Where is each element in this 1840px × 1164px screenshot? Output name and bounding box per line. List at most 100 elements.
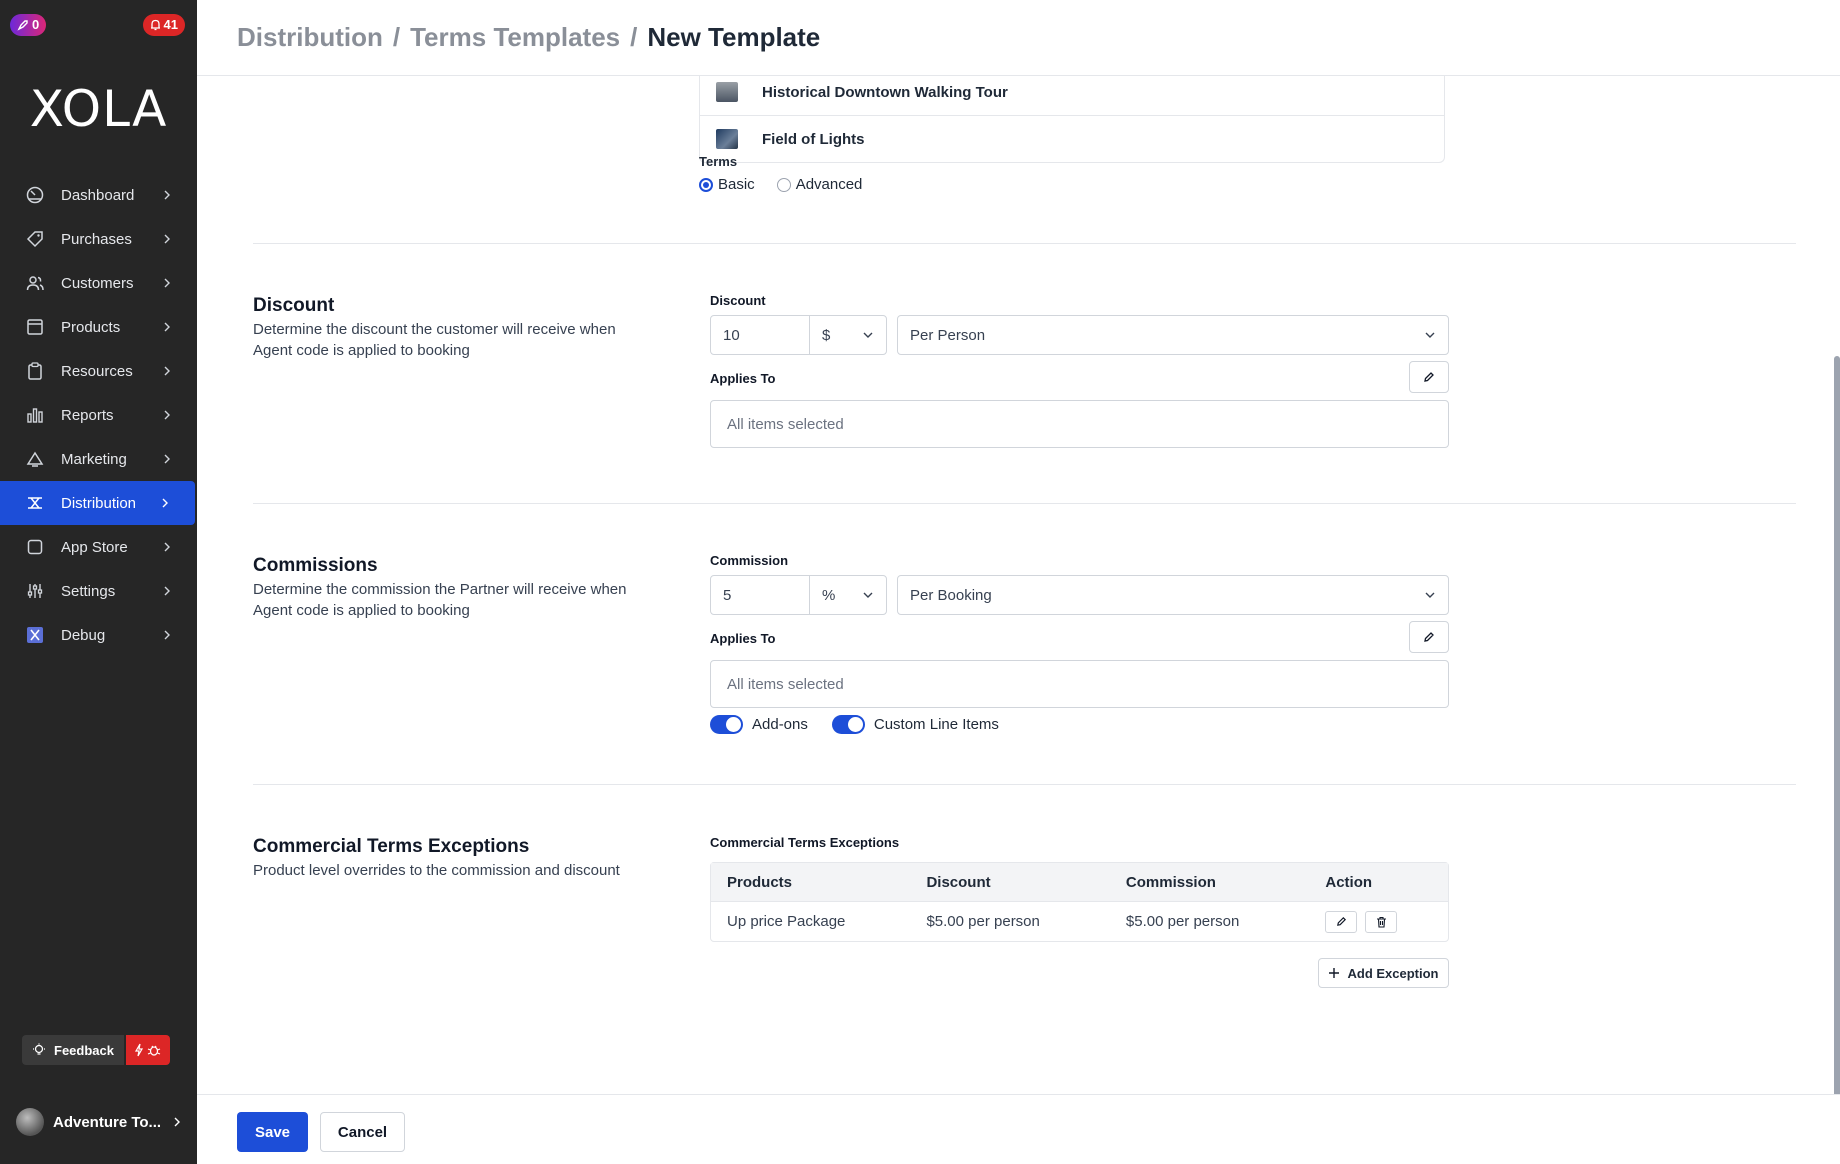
product-list: Historical Downtown Walking Tour Field o… <box>699 76 1445 163</box>
discount-field-label: Discount <box>710 293 766 308</box>
section-divider <box>253 784 1796 785</box>
chevron-right-icon <box>161 409 173 421</box>
sidebar-item-label: App Store <box>61 538 128 556</box>
discount-applies-label: Applies To <box>710 371 776 386</box>
list-item[interactable]: Historical Downtown Walking Tour <box>700 76 1444 115</box>
breadcrumb-separator: / <box>630 22 638 52</box>
breadcrumb-terms-templates[interactable]: Terms Templates <box>410 22 620 53</box>
list-item[interactable]: Field of Lights <box>700 115 1444 162</box>
chevron-down-icon <box>862 589 874 601</box>
debug-icon <box>24 624 46 646</box>
breadcrumb: Distribution / Terms Templates / New Tem… <box>237 22 820 53</box>
custom-line-items-toggle[interactable] <box>831 715 865 734</box>
commission-section-description: Determine the commission the Partner wil… <box>253 581 627 619</box>
feedback-row: Feedback <box>22 1035 170 1065</box>
discount-unit-select[interactable]: $ <box>809 315 887 355</box>
bug-icon <box>147 1043 161 1057</box>
product-thumbnail <box>716 82 738 102</box>
xola-logo[interactable]: XOLA <box>0 80 197 138</box>
commission-applies-field[interactable]: All items selected <box>710 660 1449 708</box>
scrollbar[interactable] <box>1834 356 1840 1094</box>
breadcrumb-distribution[interactable]: Distribution <box>237 22 383 53</box>
sidebar-item-label: Resources <box>61 362 133 380</box>
notifications-badge[interactable]: 41 <box>142 14 185 36</box>
cell-actions <box>1309 910 1448 933</box>
trash-icon <box>1376 916 1387 928</box>
discount-per-value: Per Person <box>910 326 986 344</box>
sidebar-item-reports[interactable]: Reports <box>0 393 197 437</box>
bar-chart-icon <box>24 404 46 426</box>
chevron-right-icon <box>161 233 173 245</box>
sidebar-item-app-store[interactable]: App Store <box>0 525 197 569</box>
app-store-icon <box>24 536 46 558</box>
delete-exception-button[interactable] <box>1365 910 1398 933</box>
sidebar-item-distribution[interactable]: Distribution <box>0 481 195 525</box>
toggle-label: Custom Line Items <box>873 716 999 733</box>
discount-applies-value: All items selected <box>727 415 844 433</box>
add-exception-button[interactable]: Add Exception <box>1318 958 1449 988</box>
terms-basic-radio[interactable]: Basic <box>699 176 755 193</box>
commission-per-select[interactable]: Per Booking <box>897 575 1449 615</box>
main-content: Historical Downtown Walking Tour Field o… <box>197 76 1840 1094</box>
chevron-right-icon <box>161 541 173 553</box>
feedback-button[interactable]: Feedback <box>22 1035 124 1065</box>
discount-per-select[interactable]: Per Person <box>897 315 1449 355</box>
chevron-right-icon <box>161 629 173 641</box>
account-menu[interactable]: Adventure To... <box>16 1105 183 1139</box>
commission-section-title: Commissions <box>253 555 378 576</box>
commission-amount-input[interactable]: 5 <box>710 575 810 615</box>
exceptions-section-description: Product level overrides to the commissio… <box>253 862 620 879</box>
addons-toggle-row: Add-ons <box>710 715 808 734</box>
commission-per-value: Per Booking <box>910 586 992 604</box>
report-bug-button[interactable] <box>125 1035 170 1065</box>
cell-discount: $5.00 per person <box>926 913 1040 930</box>
account-name: Adventure To... <box>53 1113 162 1131</box>
sidebar-item-dashboard[interactable]: Dashboard <box>0 173 197 217</box>
sidebar-item-marketing[interactable]: Marketing <box>0 437 197 481</box>
sidebar-item-customers[interactable]: Customers <box>0 261 197 305</box>
exceptions-section-title: Commercial Terms Exceptions <box>253 836 530 857</box>
lightbulb-icon <box>32 1043 46 1057</box>
top-badges: 0 41 <box>10 14 187 38</box>
sidebar-item-debug[interactable]: Debug <box>0 613 197 657</box>
page-title: New Template <box>647 22 821 52</box>
commission-unit-value: % <box>822 586 836 604</box>
discount-section-title: Discount <box>253 295 335 316</box>
discount-applies-edit-button[interactable] <box>1409 361 1449 393</box>
sidebar-item-label: Customers <box>61 274 134 292</box>
commission-applies-edit-button[interactable] <box>1409 621 1449 653</box>
toggle-label: Add-ons <box>752 716 808 733</box>
radio-label: Advanced <box>795 176 863 193</box>
sidebar-item-products[interactable]: Products <box>0 305 197 349</box>
chevron-right-icon <box>159 497 171 509</box>
addons-toggle[interactable] <box>710 715 743 734</box>
sidebar-item-resources[interactable]: Resources <box>0 349 197 393</box>
commission-toggles: Add-ons Custom Line Items <box>710 715 999 734</box>
edit-exception-button[interactable] <box>1325 910 1358 933</box>
updates-badge[interactable]: 0 <box>10 14 47 36</box>
breadcrumb-separator: / <box>392 22 401 52</box>
rocket-icon <box>17 19 29 31</box>
sidebar-item-settings[interactable]: Settings <box>0 569 197 613</box>
chevron-right-icon <box>171 1116 183 1128</box>
cancel-button[interactable]: Cancel <box>320 1112 405 1152</box>
terms-advanced-radio[interactable]: Advanced <box>776 176 863 193</box>
tag-icon <box>24 228 46 250</box>
sidebar-item-label: Settings <box>61 582 116 600</box>
discount-applies-field[interactable]: All items selected <box>710 400 1449 448</box>
chevron-right-icon <box>161 189 173 201</box>
sidebar-item-label: Products <box>61 318 121 336</box>
sidebar-nav: Dashboard Purchases Customers Products R… <box>0 173 197 657</box>
column-header-products: Products <box>727 873 793 891</box>
column-header-commission: Commission <box>1125 873 1216 891</box>
cell-commission: $5.00 per person <box>1125 913 1240 930</box>
custom-line-items-toggle-row: Custom Line Items <box>831 715 999 734</box>
terms-radio-group: Basic Advanced <box>699 176 862 193</box>
sidebar-item-purchases[interactable]: Purchases <box>0 217 197 261</box>
distribution-icon <box>24 492 46 514</box>
save-button[interactable]: Save <box>237 1112 308 1152</box>
commission-unit-select[interactable]: % <box>809 575 887 615</box>
discount-amount-input[interactable]: 10 <box>710 315 810 355</box>
add-exception-label: Add Exception <box>1347 965 1439 981</box>
table-row: Up price Package $5.00 per person $5.00 … <box>711 901 1448 941</box>
